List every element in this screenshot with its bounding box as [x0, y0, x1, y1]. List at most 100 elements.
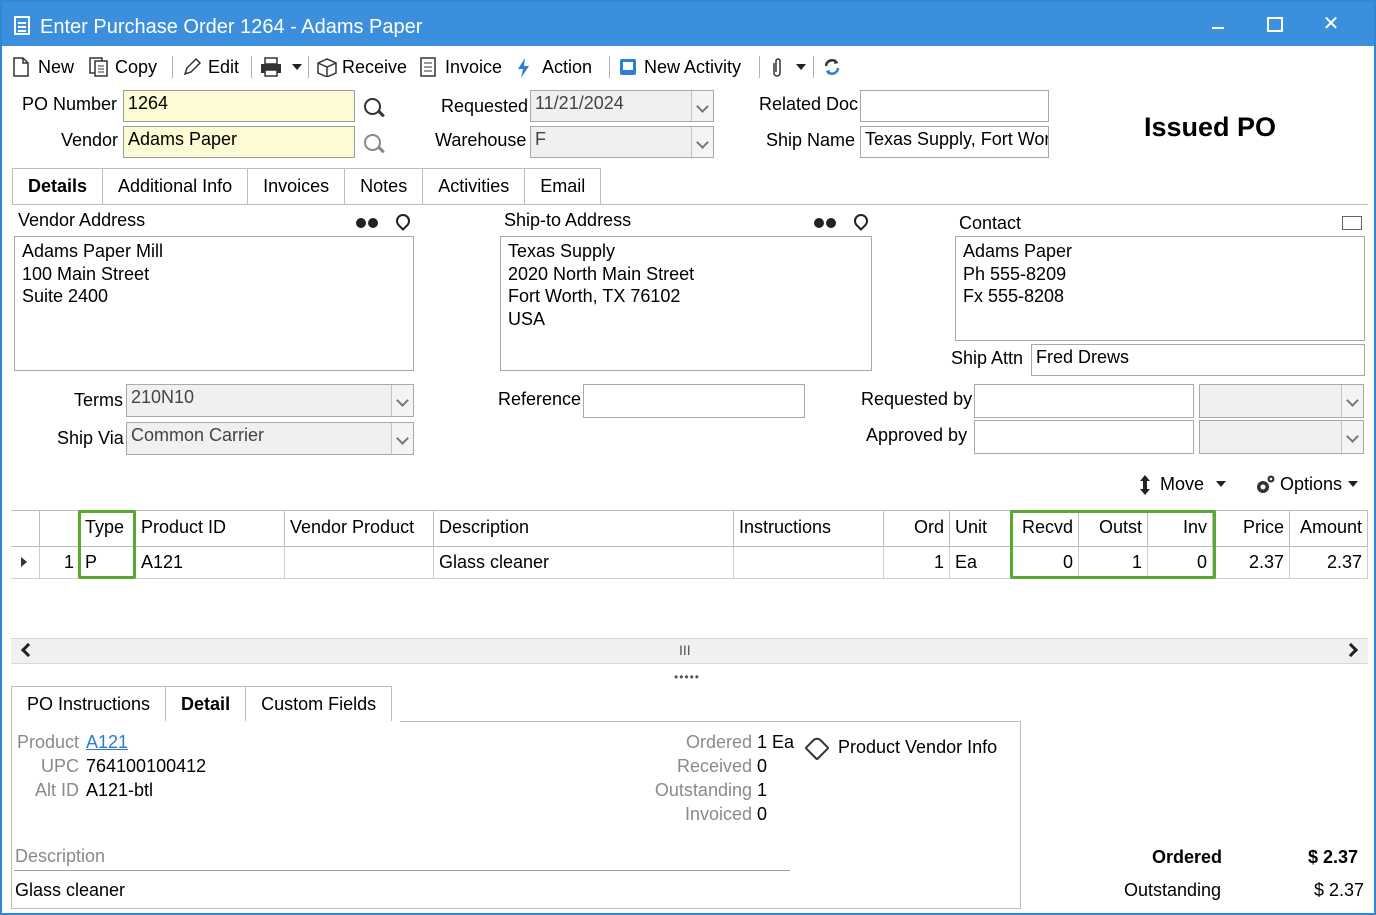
chevron-down-icon: [1216, 481, 1227, 487]
chevron-down-icon[interactable]: [691, 91, 713, 121]
options-button[interactable]: Options: [1254, 471, 1359, 497]
close-button[interactable]: ✕: [1318, 12, 1344, 36]
lightning-icon: [516, 57, 536, 78]
received-value: 0: [757, 756, 768, 776]
horizontal-scrollbar[interactable]: III: [11, 638, 1368, 664]
column-header-product-id[interactable]: Product ID: [136, 511, 285, 547]
binoculars-icon[interactable]: [356, 214, 380, 230]
terms-label: Terms: [74, 390, 123, 410]
copy-button[interactable]: Copy: [89, 54, 157, 80]
chevron-down-icon[interactable]: [1341, 385, 1363, 417]
received-label: Received: [676, 756, 752, 776]
new-activity-button[interactable]: New Activity: [618, 54, 741, 80]
move-button[interactable]: Move: [1138, 471, 1227, 497]
map-pin-icon[interactable]: [395, 214, 409, 234]
new-button[interactable]: New: [12, 54, 74, 80]
edit-button[interactable]: Edit: [182, 54, 239, 80]
approved-by-field[interactable]: [974, 420, 1194, 454]
vendor-product-cell[interactable]: [285, 547, 434, 579]
price-cell[interactable]: 2.37: [1213, 547, 1290, 579]
splitter-handle[interactable]: •••••: [674, 670, 700, 684]
terms-field[interactable]: 210N10: [126, 384, 414, 417]
tab-custom-fields[interactable]: Custom Fields: [245, 686, 393, 721]
requested-date-field[interactable]: 11/21/2024: [530, 90, 714, 122]
contact-box[interactable]: Adams Paper Ph 555-8209 Fx 555-8208: [955, 236, 1365, 341]
requested-by-label: Requested by: [861, 389, 973, 409]
invoiced-label: Invoiced: [684, 804, 752, 824]
invoice-button[interactable]: Invoice: [419, 54, 502, 80]
tab-activities[interactable]: Activities: [422, 168, 526, 204]
updown-arrow-icon: [1138, 474, 1154, 495]
title-bar: Enter Purchase Order 1264 - Adams Paper …: [2, 2, 1374, 46]
description-cell[interactable]: Glass cleaner: [434, 547, 734, 579]
type-column-highlight: [78, 510, 136, 579]
product-link[interactable]: A121: [86, 732, 128, 753]
column-header-unit[interactable]: Unit: [950, 511, 1011, 547]
receive-button[interactable]: Receive: [316, 54, 407, 80]
column-header-instructions[interactable]: Instructions: [734, 511, 884, 547]
ship-attn-field[interactable]: Fred Drews: [1031, 344, 1365, 376]
toolbar-separator: [609, 56, 610, 78]
chevron-down-icon[interactable]: [391, 423, 413, 454]
column-header-price[interactable]: Price: [1213, 511, 1290, 547]
refresh-button[interactable]: [822, 54, 848, 80]
print-button[interactable]: [260, 54, 302, 80]
tab-details[interactable]: Details: [12, 168, 104, 204]
maximize-button[interactable]: [1260, 12, 1286, 36]
line-items-grid: Type Product ID Vendor Product Descripti…: [11, 510, 1368, 638]
toolbar: New Copy Edit Receive Invoice Action New…: [2, 46, 1374, 86]
binoculars-icon[interactable]: [814, 214, 838, 230]
search-icon[interactable]: [362, 96, 386, 120]
tab-detail[interactable]: Detail: [165, 686, 247, 721]
column-header-vendor-product[interactable]: Vendor Product: [285, 511, 434, 547]
approved-by-select[interactable]: [1199, 420, 1364, 454]
tab-po-instructions[interactable]: PO Instructions: [11, 686, 167, 721]
warehouse-field[interactable]: F: [530, 126, 714, 158]
copy-icon: [89, 57, 109, 77]
card-icon[interactable]: [1342, 216, 1362, 230]
upc-value: 764100100412: [86, 756, 207, 776]
vendor-address-box[interactable]: Adams Paper Mill 100 Main Street Suite 2…: [14, 236, 414, 371]
reference-field[interactable]: [583, 384, 805, 418]
scroll-left-icon[interactable]: [20, 642, 36, 658]
tab-additional-info[interactable]: Additional Info: [102, 168, 249, 204]
unit-cell[interactable]: Ea: [950, 547, 1011, 579]
toolbar-separator: [759, 56, 760, 78]
column-header-description[interactable]: Description: [434, 511, 734, 547]
requested-by-select[interactable]: [1199, 384, 1364, 418]
tab-invoices[interactable]: Invoices: [247, 168, 346, 204]
description-value: Glass cleaner: [15, 880, 126, 900]
reference-label: Reference: [498, 389, 582, 409]
vendor-field[interactable]: Adams Paper: [123, 126, 355, 158]
ship-attn-label: Ship Attn: [951, 348, 1024, 368]
scroll-right-icon[interactable]: [1343, 642, 1359, 658]
ship-name-field[interactable]: Texas Supply, Fort Wort: [860, 126, 1049, 158]
map-pin-icon[interactable]: [853, 214, 867, 234]
chevron-down-icon[interactable]: [691, 127, 713, 157]
product-vendor-info-link[interactable]: Product Vendor Info: [838, 737, 997, 758]
amount-cell[interactable]: 2.37: [1290, 547, 1368, 579]
column-header-ord[interactable]: Ord: [884, 511, 950, 547]
chevron-down-icon[interactable]: [1341, 421, 1363, 453]
ship-via-field[interactable]: Common Carrier: [126, 422, 414, 455]
search-icon[interactable]: [362, 132, 386, 156]
shipto-address-box[interactable]: Texas Supply 2020 North Main Street Fort…: [500, 236, 872, 371]
column-header-amount[interactable]: Amount: [1290, 511, 1368, 547]
requested-by-field[interactable]: [974, 384, 1194, 418]
product-id-cell[interactable]: A121: [136, 547, 285, 579]
po-number-label: PO Number: [22, 94, 118, 114]
tab-email[interactable]: Email: [524, 168, 602, 204]
scroll-grip[interactable]: III: [679, 642, 691, 658]
action-button[interactable]: Action: [516, 54, 592, 80]
instructions-cell[interactable]: [734, 547, 884, 579]
ord-cell[interactable]: 1: [884, 547, 950, 579]
related-doc-field[interactable]: [860, 90, 1049, 122]
chevron-down-icon[interactable]: [391, 385, 413, 416]
po-number-field[interactable]: 1264: [123, 90, 355, 122]
minimize-button[interactable]: [1205, 12, 1231, 36]
tab-notes[interactable]: Notes: [344, 168, 424, 204]
row-selector[interactable]: [11, 547, 40, 579]
attachment-button[interactable]: [770, 54, 806, 80]
ordered-label: Ordered: [685, 732, 752, 752]
upc-label: UPC: [40, 756, 79, 776]
